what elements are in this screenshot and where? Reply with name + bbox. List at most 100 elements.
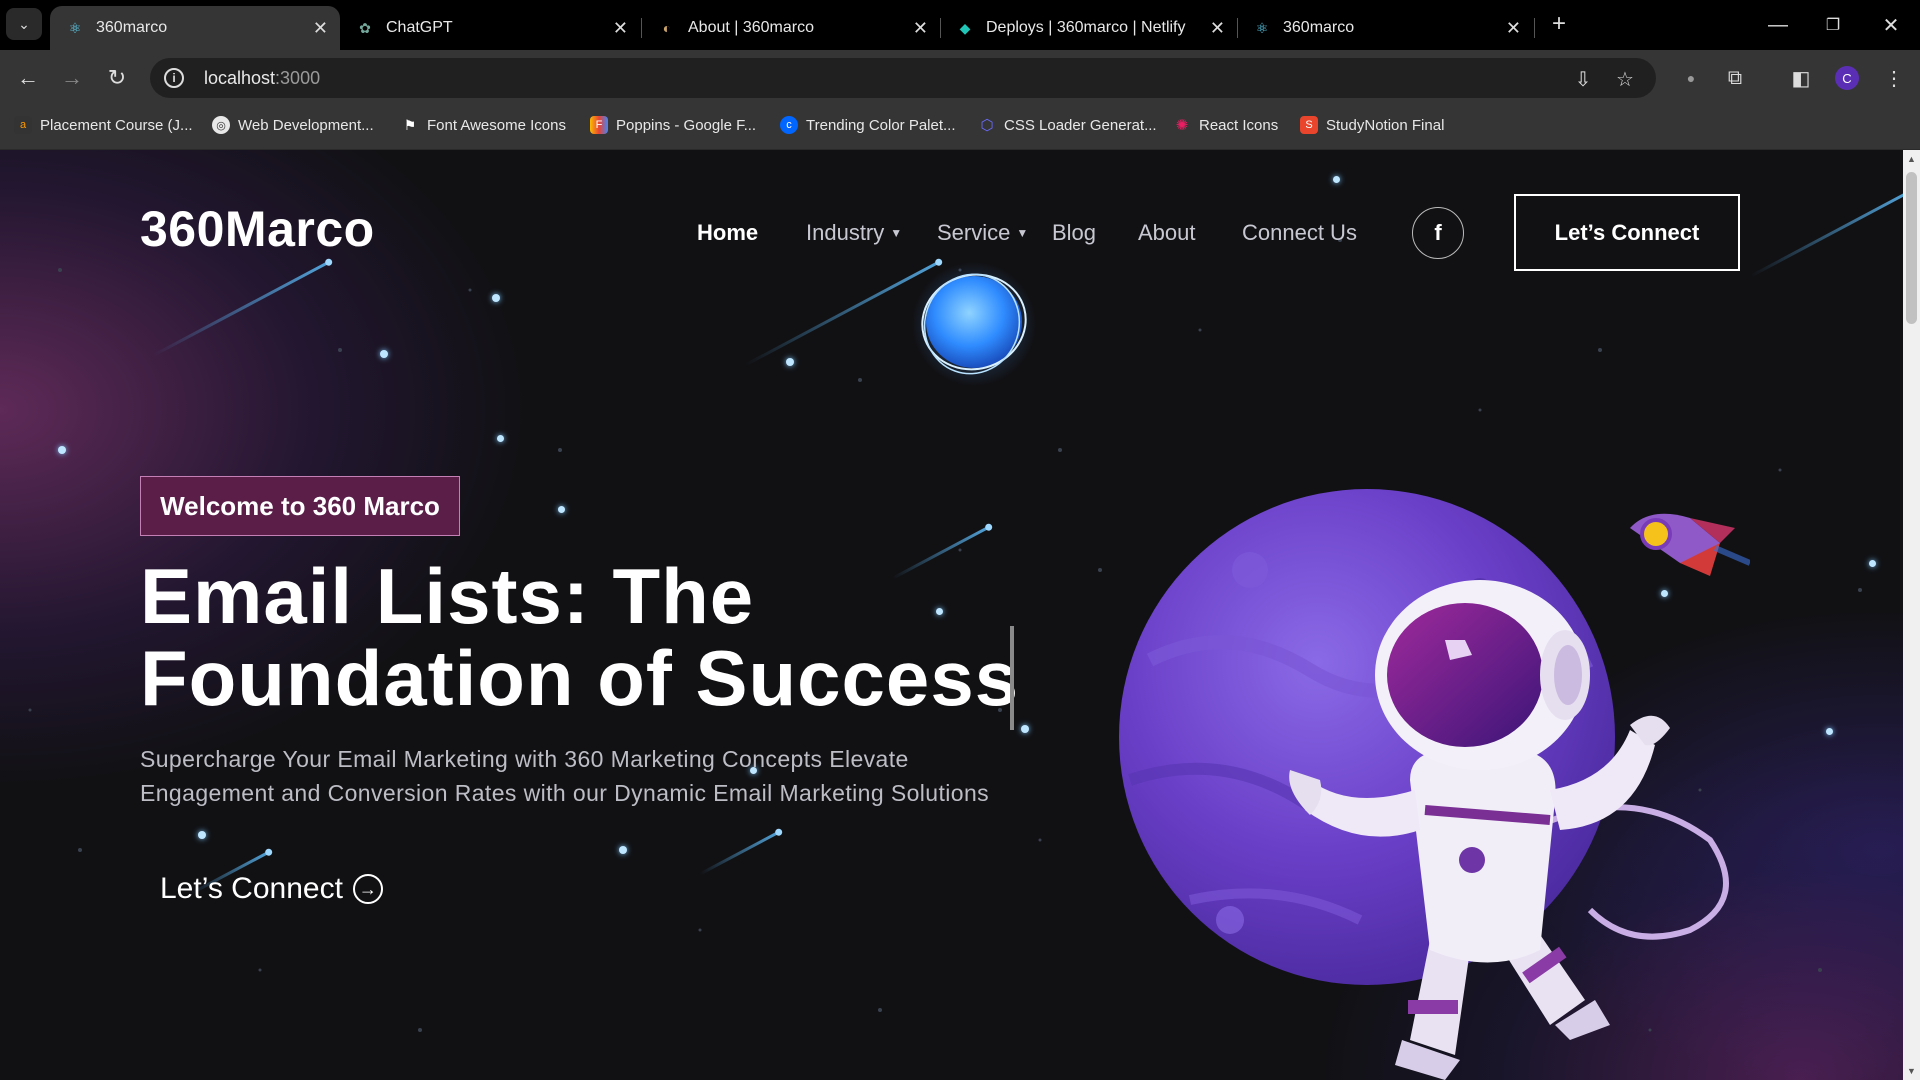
star: [1869, 560, 1876, 567]
hero-subtext: Supercharge Your Email Marketing with 36…: [140, 746, 990, 806]
star: [198, 831, 206, 839]
bookmark-poppins[interactable]: F Poppins - Google F...: [590, 116, 756, 134]
profile-avatar[interactable]: C: [1835, 66, 1859, 90]
site-logo[interactable]: 360Marco: [140, 200, 375, 258]
lets-connect-hero-button[interactable]: Let’s Connect →: [160, 872, 383, 906]
close-icon[interactable]: ✕: [1506, 18, 1521, 39]
nav-service-label: Service: [937, 220, 1011, 245]
bookmark-react-icons[interactable]: ✺ React Icons: [1173, 116, 1279, 135]
browser-toolbar: ← → ↻ i localhost:3000 ⇩ ☆ ● ⧉ ◧ C ⋮: [0, 50, 1920, 106]
bookmark-font-awesome[interactable]: ⚑ Font Awesome Icons: [401, 116, 566, 134]
headline-line-2: Foundation of Success: [140, 634, 1020, 722]
nav-home-label: Home: [697, 220, 759, 245]
star: [492, 294, 500, 302]
reload-icon[interactable]: ↻: [101, 62, 133, 94]
netlify-icon: ◆: [959, 19, 971, 36]
close-icon[interactable]: ✕: [313, 18, 328, 39]
tab-360marco-active[interactable]: ⚛ 360marco ✕: [50, 6, 340, 50]
url-host: localhost: [204, 67, 276, 88]
restore-icon[interactable]: ❐: [1813, 10, 1853, 40]
facebook-glyph: f: [1434, 220, 1442, 245]
install-app-icon[interactable]: ⇩: [1570, 66, 1596, 92]
bookmark-star-icon[interactable]: ☆: [1612, 66, 1638, 92]
star: [497, 435, 504, 442]
tab-title: Deploys | 360marco | Netlify: [986, 19, 1186, 36]
nav-about-label: About: [1138, 220, 1196, 245]
address-bar[interactable]: i localhost:3000 ⇩ ☆: [150, 58, 1656, 98]
nav-connect-us[interactable]: Connect Us: [1242, 220, 1357, 246]
extensions-puzzle-icon[interactable]: ⧉: [1719, 62, 1751, 94]
bookmark-label: Placement Course (J...: [40, 116, 193, 134]
nav-service[interactable]: Service ▼: [937, 220, 1028, 246]
tab-netlify-deploys[interactable]: ◆ Deploys | 360marco | Netlify ✕: [940, 6, 1237, 50]
bookmark-web-development[interactable]: ◎ Web Development...: [212, 116, 374, 134]
tab-title: 360marco: [96, 19, 168, 36]
star: [1021, 725, 1029, 733]
glowing-orb-illustration: [912, 262, 1036, 386]
star: [786, 358, 794, 366]
amazon-icon: a: [14, 116, 32, 134]
arrow-right-circle-icon: →: [352, 874, 383, 904]
web-dev-icon: ◎: [212, 116, 230, 134]
new-tab-button[interactable]: +: [1545, 10, 1573, 38]
coolors-icon: c: [780, 116, 798, 134]
bookmark-label: Font Awesome Icons: [427, 116, 566, 134]
nav-blog-label: Blog: [1052, 220, 1097, 245]
hexagon-icon: ⬡: [980, 117, 994, 134]
page-scrollbar[interactable]: ▲ ▼: [1903, 150, 1920, 1080]
scroll-up-icon[interactable]: ▲: [1907, 154, 1916, 164]
nav-about[interactable]: About: [1138, 220, 1196, 246]
star: [58, 446, 66, 454]
scrollbar-thumb[interactable]: [1906, 172, 1917, 324]
star: [558, 506, 565, 513]
tab-separator: [1534, 18, 1535, 38]
hero-headline: Email Lists: The Foundation of Success: [140, 555, 1040, 719]
nav-home[interactable]: Home: [697, 220, 758, 246]
tab-title: ChatGPT: [386, 19, 453, 36]
side-panel-icon[interactable]: ◧: [1785, 62, 1817, 94]
bookmarks-bar: a Placement Course (J... ◎ Web Developme…: [0, 106, 1920, 150]
forward-icon[interactable]: →: [56, 62, 88, 94]
site-icon: ◐: [662, 20, 672, 36]
nav-blog[interactable]: Blog: [1052, 220, 1096, 246]
google-fonts-icon: F: [590, 116, 608, 134]
bookmark-label: StudyNotion Final: [1326, 116, 1445, 134]
flag-icon: ⚑: [403, 116, 417, 133]
chatgpt-icon: ✿: [359, 19, 371, 36]
nav-industry-label: Industry: [806, 220, 885, 245]
bookmark-studynotion[interactable]: S StudyNotion Final: [1300, 116, 1444, 134]
hero-section: 360Marco Home Industry ▼ Service ▼ Blog …: [0, 150, 1903, 1080]
bookmark-color-palettes[interactable]: c Trending Color Palet...: [780, 116, 956, 134]
bookmark-css-loader[interactable]: ⬡ CSS Loader Generat...: [978, 116, 1157, 135]
nav-connect-us-label: Connect Us: [1242, 220, 1357, 245]
tab-search-button[interactable]: ⌄: [6, 8, 42, 40]
rocket-illustration: [1630, 513, 1750, 576]
menu-kebab-icon[interactable]: ⋮: [1878, 62, 1910, 94]
react-icons-icon: ✺: [1175, 117, 1189, 134]
close-icon[interactable]: ✕: [613, 18, 628, 39]
extension-icon[interactable]: ●: [1675, 62, 1707, 94]
bookmark-placement-course[interactable]: a Placement Course (J...: [14, 116, 193, 134]
close-icon[interactable]: ✕: [1210, 18, 1225, 39]
tab-title: 360marco: [1283, 19, 1355, 36]
studynotion-icon: S: [1300, 116, 1318, 134]
nav-industry[interactable]: Industry ▼: [806, 220, 902, 246]
star: [380, 350, 388, 358]
facebook-icon[interactable]: f: [1412, 207, 1464, 259]
bookmark-label: Poppins - Google F...: [616, 116, 757, 134]
url-port: :3000: [275, 67, 321, 88]
site-info-icon[interactable]: i: [164, 68, 184, 88]
tab-chatgpt[interactable]: ✿ ChatGPT ✕: [340, 6, 640, 50]
tab-360marco-2[interactable]: ⚛ 360marco ✕: [1237, 6, 1533, 50]
back-icon[interactable]: ←: [12, 62, 44, 94]
lets-connect-header-button[interactable]: Let’s Connect: [1514, 194, 1740, 271]
headline-line-1: Email Lists: The: [140, 552, 755, 640]
caret-down-icon: ▼: [890, 226, 903, 240]
close-icon[interactable]: ✕: [913, 18, 928, 39]
bookmark-label: CSS Loader Generat...: [1004, 116, 1157, 134]
tab-about-360marco[interactable]: ◐ About | 360marco ✕: [642, 6, 940, 50]
close-window-icon[interactable]: ✕: [1871, 10, 1911, 40]
scroll-down-icon[interactable]: ▼: [1907, 1066, 1916, 1076]
bookmark-label: Trending Color Palet...: [806, 116, 956, 134]
minimize-icon[interactable]: —: [1758, 10, 1798, 40]
